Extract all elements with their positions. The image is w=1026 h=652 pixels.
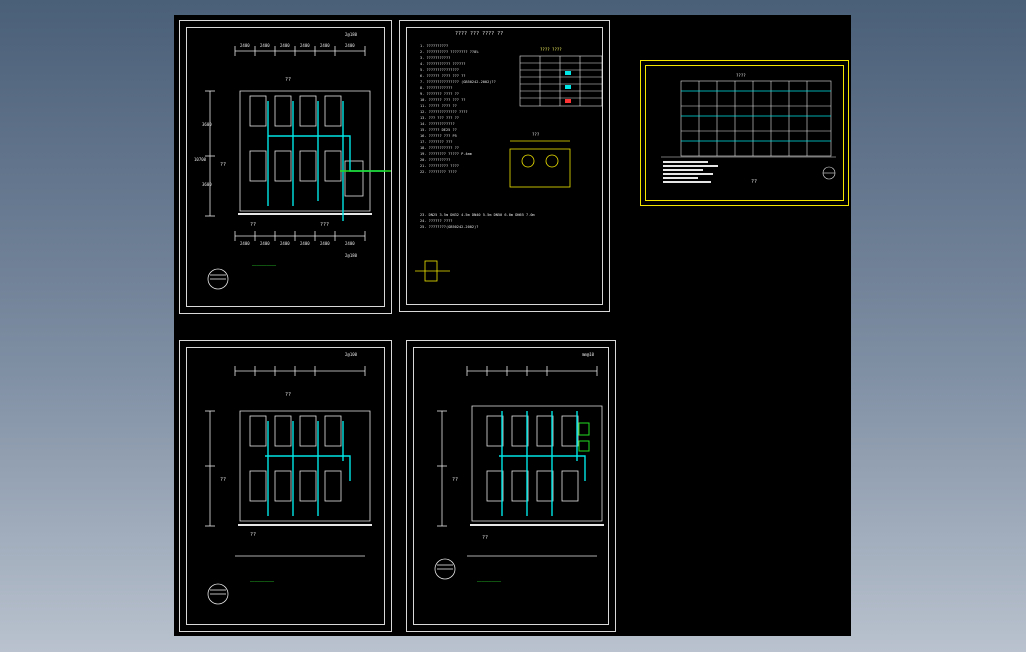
floor-plan-drawing-3: ?? ?? mm@10 —————————— <box>434 352 604 584</box>
svg-text:??: ?? <box>285 77 291 83</box>
note-line: 8. ???????????? <box>420 86 452 90</box>
svg-text:???: ??? <box>320 222 329 228</box>
note-line: 24. ?????? ???? <box>420 219 452 223</box>
bottom-dim-label: 2400 <box>240 241 250 246</box>
floor-plan-sheet-2[interactable]: ?? ?? ?? 2@100 —————————— <box>179 340 392 632</box>
top-dim-label: 2400 <box>260 43 270 48</box>
top-dim-label: 2400 <box>240 43 250 48</box>
design-notes-sheet[interactable]: ???? ??? ???? ?? 1. ?????????? 2. ??????… <box>399 20 610 312</box>
detail-drawing <box>509 140 571 188</box>
note-line: 6. ?????? ???? ??? ?? <box>420 74 465 78</box>
floor-plan-drawing-2: ?? ?? ?? 2@100 —————————— <box>205 352 372 605</box>
top-dim-label: 2400 <box>300 43 310 48</box>
floor-plan-sheet-1[interactable]: ?? ?? ?? ??? 2400 2400 2400 2400 2400 24… <box>179 20 392 314</box>
note-line: 20. ?????????? <box>420 158 450 162</box>
top-dim-label: 2400 <box>280 43 290 48</box>
note-line: 13. ??? ??? ??? ?? <box>420 116 459 120</box>
note-line: 10. ?????? ??? ??? ?? <box>420 98 465 102</box>
note-line: 15. ????? DE25 ?? <box>420 128 457 132</box>
corner-label: 2@180 <box>345 253 358 258</box>
note-line: 25. ????????(GB50242-2002)? <box>420 225 478 229</box>
bottom-dim-label: 2400 <box>320 241 330 246</box>
corner-label: mm@10 <box>582 352 595 357</box>
legend-table-title: ???? ???? <box>540 47 562 52</box>
section-header-label: ???? <box>736 73 746 78</box>
svg-text:??: ?? <box>250 532 256 538</box>
note-line: 22. ???????? ???? <box>420 170 457 174</box>
bottom-dim-label: 2400 <box>260 241 270 246</box>
note-line: 2. ?????????? ???????? ??8% <box>420 50 479 54</box>
corner-label: 2@180 <box>345 32 358 37</box>
floor-plan-drawing-1: ?? ?? ?? ??? 2400 2400 2400 2400 2400 24… <box>194 32 391 290</box>
left-dim-label: 3600 <box>202 122 212 127</box>
notes-title: ???? ??? ???? ?? <box>455 31 503 37</box>
note-line: 16. ?????? ??? P5 <box>420 134 457 138</box>
note-line: 4. ??????????? ?????? <box>420 62 465 66</box>
svg-text:??: ?? <box>482 535 488 541</box>
left-dim-label: 3600 <box>202 182 212 187</box>
note-line: 12. ????????????? ???? <box>420 110 468 114</box>
note-line: 18. ??????????? ?? <box>420 146 459 150</box>
note-line: 3. ??????????? <box>420 56 450 60</box>
top-dim-label: 2400 <box>345 43 355 48</box>
sheet-caption: —————————— <box>252 263 277 268</box>
svg-text:??: ?? <box>285 392 291 398</box>
note-line: 11. ????? ???? ?? <box>420 104 457 108</box>
section-drawing: ???? ?? <box>661 73 836 185</box>
note-line: 14. ???????????? <box>420 122 455 126</box>
bottom-dim-label: 2400 <box>345 241 355 246</box>
note-line: 21. ????????? ???? <box>420 164 459 168</box>
section-sheet[interactable]: ???? ?? <box>640 60 849 206</box>
detail-label: ??? <box>532 132 540 137</box>
note-line: 23. DN25 3.5m DN32 4.5m DN40 5.5m DN50 6… <box>420 213 535 217</box>
left-total-label: 10700 <box>194 157 207 162</box>
note-line: 17. ??????? ??? <box>420 140 452 144</box>
note-line: 5. ??????????????? <box>420 68 459 72</box>
section-label: ?? <box>751 179 757 185</box>
note-line: 9. ??????? ???? ?? <box>420 92 459 96</box>
note-line: 19. ???????? ????? P.4mm <box>420 152 472 156</box>
cad-viewport[interactable]: ?? ?? ?? ??? 2400 2400 2400 2400 2400 24… <box>174 15 851 636</box>
top-dim-label: 2400 <box>320 43 330 48</box>
bottom-dim-label: 2400 <box>280 241 290 246</box>
legend-table <box>519 55 603 107</box>
svg-text:??: ?? <box>220 477 226 483</box>
design-notes-drawing: ???? ??? ???? ?? 1. ?????????? 2. ??????… <box>415 31 603 282</box>
note-line: 1. ?????????? <box>420 44 448 48</box>
svg-text:??: ?? <box>452 477 458 483</box>
floor-plan-sheet-3[interactable]: ?? ?? mm@10 —————————— <box>406 340 616 632</box>
note-line: 7. ??????????????? (GB50242-2002)?? <box>420 80 496 84</box>
detail-drawing-small <box>415 260 450 282</box>
svg-text:??: ?? <box>250 222 256 228</box>
sheet-caption: —————————— <box>477 579 502 584</box>
svg-text:??: ?? <box>220 162 226 168</box>
bottom-dim-label: 2400 <box>300 241 310 246</box>
corner-label: 2@100 <box>345 352 358 357</box>
sheet-caption: —————————— <box>250 579 275 584</box>
